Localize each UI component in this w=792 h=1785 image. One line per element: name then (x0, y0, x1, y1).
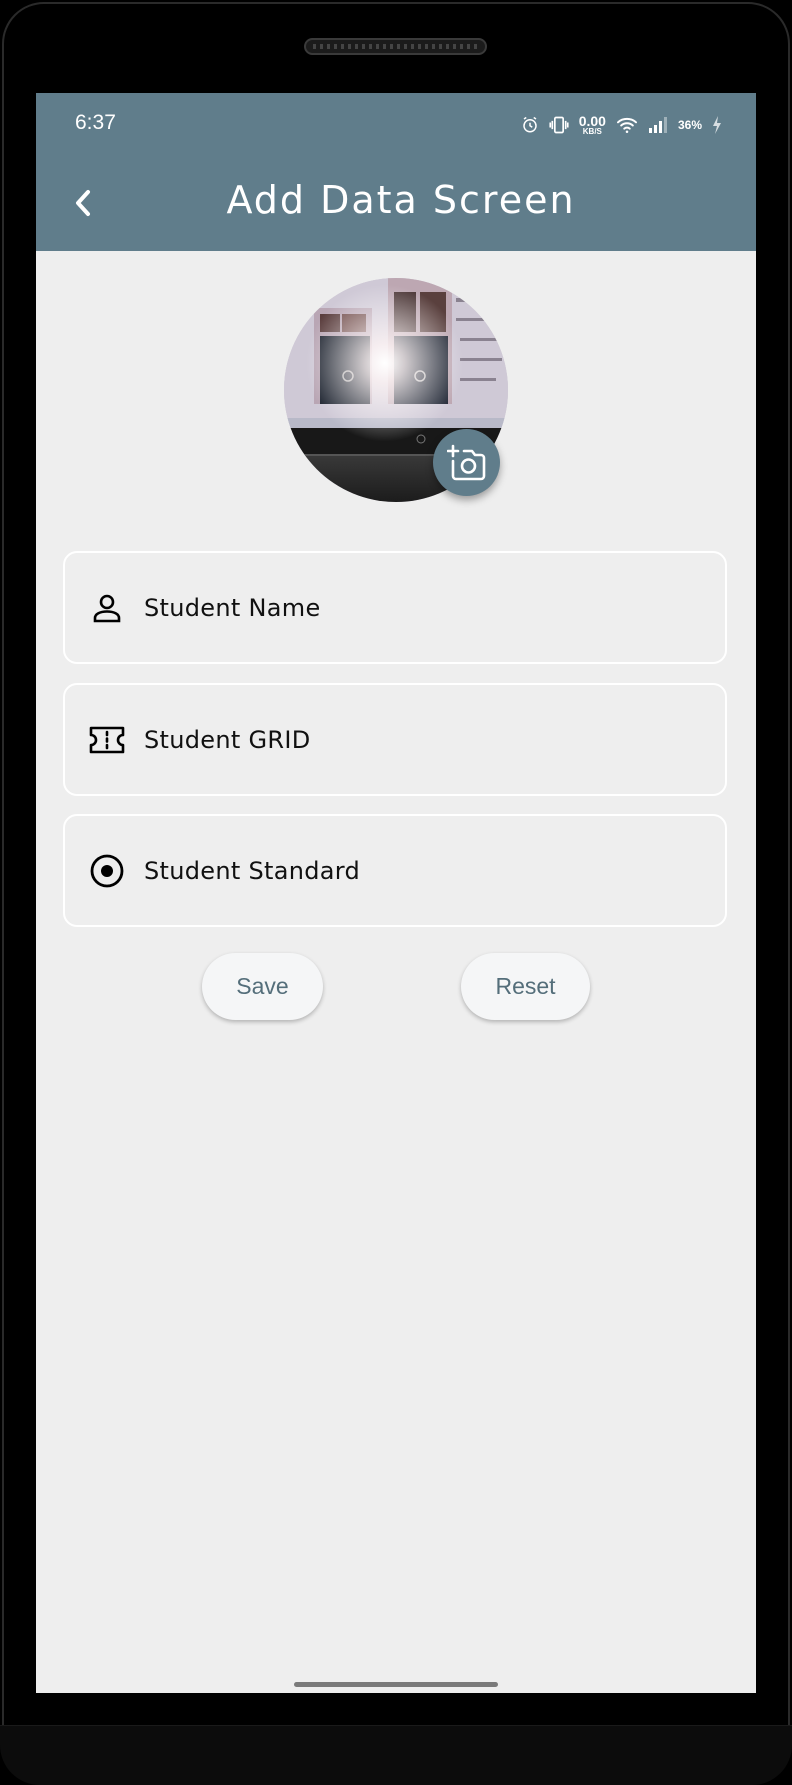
reset-button[interactable]: Reset (461, 953, 590, 1020)
status-icons: 0.00 KB/S 36% (521, 113, 722, 137)
add-photo-button[interactable] (433, 429, 500, 496)
app-screen: 6:37 0.00 KB/S 36% Add Data Screen Stude… (36, 93, 756, 1693)
radio-button-checked-icon (87, 851, 127, 891)
vibrate-icon (549, 115, 569, 135)
add-photo-icon (446, 444, 485, 480)
person-icon (87, 588, 127, 628)
alarm-icon (521, 116, 539, 134)
student-grid-field[interactable]: Student GRID (63, 683, 727, 796)
wifi-icon (616, 116, 638, 134)
student-name-placeholder: Student Name (144, 593, 321, 622)
page-title: Add Data Screen (226, 178, 576, 222)
charging-icon (712, 116, 722, 134)
net-speed-unit: KB/S (582, 127, 602, 136)
ticket-icon (87, 720, 127, 760)
student-standard-field[interactable]: Student Standard (63, 814, 727, 927)
battery-level: 36% (677, 118, 702, 132)
student-grid-placeholder: Student GRID (144, 725, 311, 754)
student-name-field[interactable]: Student Name (63, 551, 727, 664)
app-bar: 6:37 0.00 KB/S 36% Add Data Screen (36, 93, 756, 251)
earpiece-speaker (304, 38, 487, 55)
save-button[interactable]: Save (202, 953, 323, 1020)
net-speed-value: 0.00 (578, 113, 606, 129)
home-indicator[interactable] (294, 1682, 498, 1687)
student-standard-placeholder: Student Standard (144, 856, 361, 885)
bottom-bezel (0, 1725, 792, 1785)
signal-icon (648, 116, 668, 134)
status-time: 6:37 (75, 111, 116, 134)
phone-frame: 6:37 0.00 KB/S 36% Add Data Screen Stude… (0, 0, 792, 1785)
net-speed: 0.00 KB/S (579, 114, 606, 136)
